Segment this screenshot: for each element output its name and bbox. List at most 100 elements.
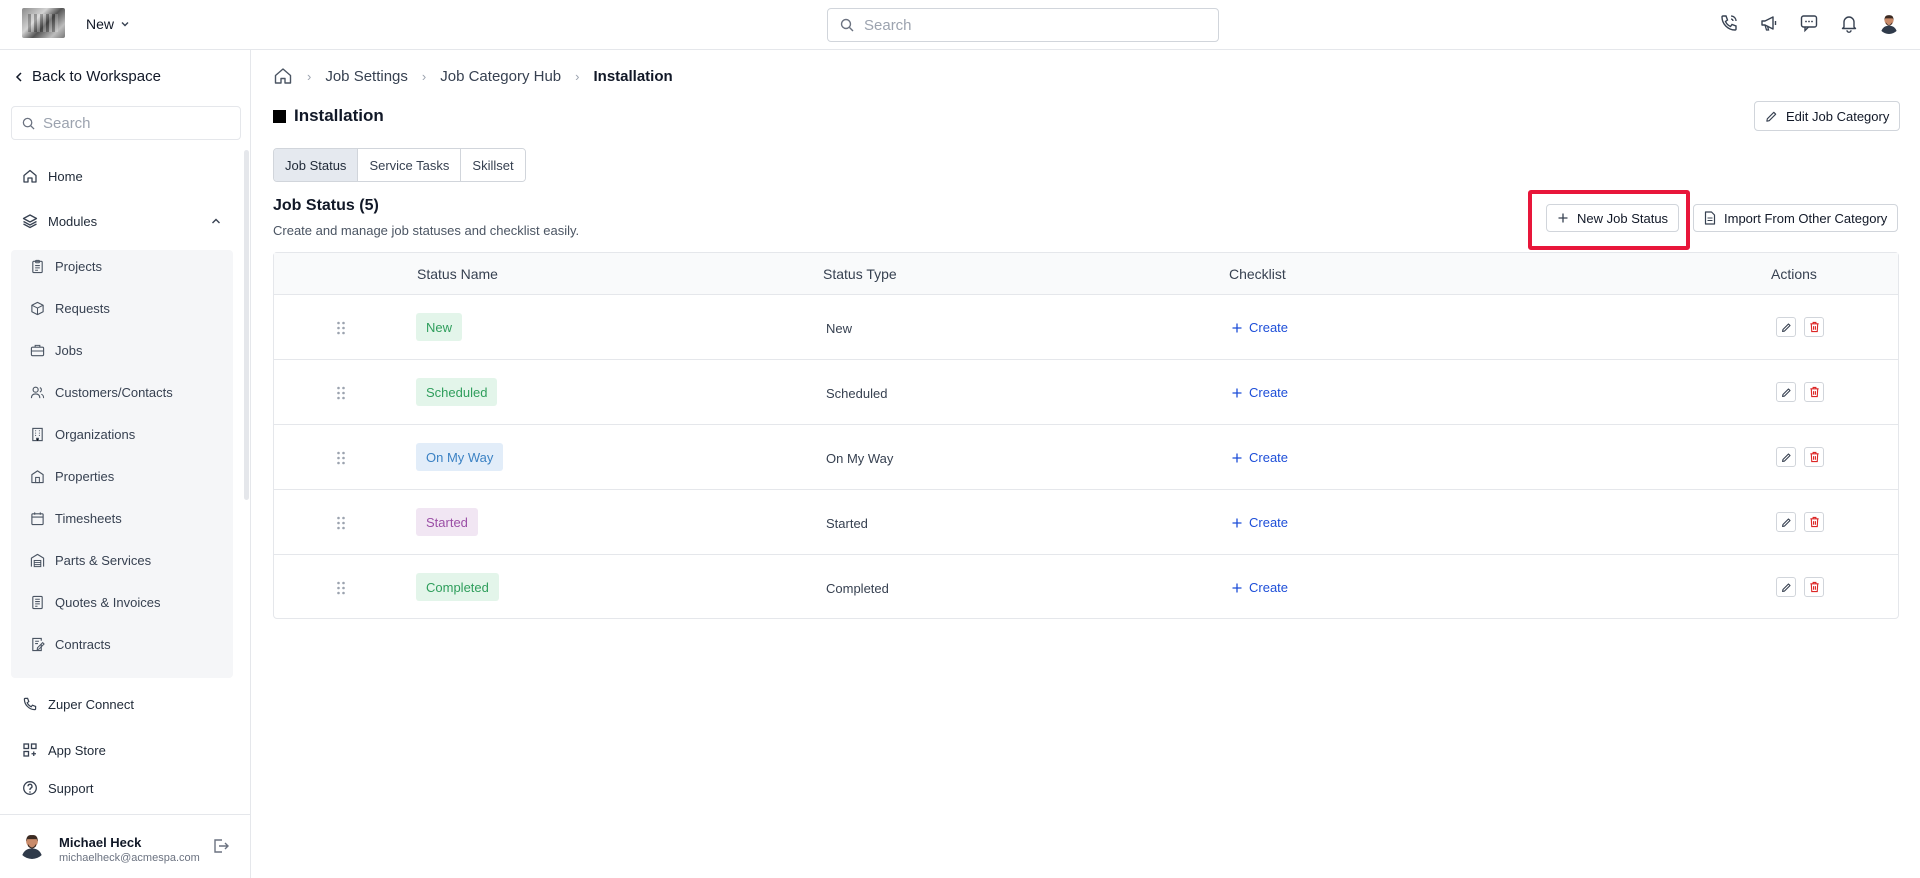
breadcrumb-job-category-hub[interactable]: Job Category Hub [440, 68, 561, 85]
pencil-icon [1781, 452, 1792, 463]
sidebar-item-label: Organizations [55, 427, 136, 442]
create-checklist-link[interactable]: Create [1231, 450, 1288, 465]
chevron-up-icon[interactable] [210, 215, 222, 227]
table-header: Status Name Status Type Checklist Action… [274, 253, 1898, 295]
logout-icon[interactable] [212, 837, 230, 858]
plus-icon [1231, 387, 1243, 399]
avatar[interactable] [18, 831, 46, 859]
house-icon [31, 470, 44, 484]
edit-status-button[interactable] [1776, 577, 1796, 597]
create-checklist-link[interactable]: Create [1231, 515, 1288, 530]
tab-service-tasks[interactable]: Service Tasks [358, 149, 462, 181]
document-icon [1704, 211, 1716, 225]
bell-icon[interactable] [1838, 12, 1860, 34]
sidebar-item-label: Zuper Connect [48, 696, 134, 712]
create-label: Create [1249, 450, 1289, 465]
sidebar-item-requests[interactable]: Requests [30, 301, 110, 316]
breadcrumb-current: Installation [593, 67, 673, 85]
sidebar-item-jobs[interactable]: Jobs [30, 343, 82, 358]
edit-status-button[interactable] [1776, 382, 1796, 402]
user-profile: Michael Heck michaelheck@acmespa.com [0, 814, 251, 878]
calendar-icon [31, 512, 44, 526]
company-logo[interactable] [22, 8, 65, 38]
sidebar-item-modules[interactable]: Modules [22, 213, 222, 229]
sidebar-item-label: Parts & Services [55, 553, 152, 568]
delete-status-button[interactable] [1804, 382, 1824, 402]
top-bar: New [0, 0, 1920, 50]
delete-status-button[interactable] [1804, 512, 1824, 532]
back-label: Back to Workspace [32, 68, 161, 85]
sidebar-item-timesheets[interactable]: Timesheets [30, 511, 122, 526]
edit-status-button[interactable] [1776, 317, 1796, 337]
sidebar-item-label: App Store [48, 742, 106, 758]
user-name: Michael Heck [59, 835, 142, 850]
drag-handle-icon[interactable] [336, 580, 346, 596]
back-to-workspace-link[interactable]: Back to Workspace [14, 68, 161, 85]
sidebar-item-organizations[interactable]: Organizations [30, 427, 135, 442]
edit-job-category-button[interactable]: Edit Job Category [1754, 101, 1901, 131]
delete-status-button[interactable] [1804, 317, 1824, 337]
create-checklist-link[interactable]: Create [1231, 320, 1288, 335]
sidebar-item-label: Support [48, 780, 94, 796]
sidebar-item-support[interactable]: Support [22, 780, 94, 796]
user-avatar-icon[interactable] [1878, 12, 1900, 34]
table-row: Started Started Create [274, 490, 1898, 555]
sidebar-item-projects[interactable]: Projects [30, 259, 102, 274]
invoice-icon [32, 595, 43, 610]
sidebar-item-zuper-connect[interactable]: Zuper Connect [22, 696, 134, 712]
section-description: Create and manage job statuses and check… [273, 223, 580, 238]
sidebar-item-quotes-invoices[interactable]: Quotes & Invoices [30, 595, 161, 610]
sidebar-item-label: Contracts [55, 637, 111, 652]
sidebar-item-properties[interactable]: Properties [30, 469, 114, 484]
plus-icon [1231, 322, 1243, 334]
sidebar-scrollbar[interactable] [244, 150, 249, 500]
table-row: New New Create [274, 295, 1898, 360]
chat-icon[interactable] [1798, 12, 1820, 34]
delete-status-button[interactable] [1804, 447, 1824, 467]
sidebar-item-label: Home [48, 168, 83, 184]
home-icon [23, 169, 37, 183]
drag-handle-icon[interactable] [336, 515, 346, 531]
tab-skillset[interactable]: Skillset [461, 149, 525, 181]
sidebar-item-parts-services[interactable]: Parts & Services [30, 553, 151, 568]
sidebar-item-label: Jobs [55, 343, 83, 358]
global-search-input[interactable] [864, 16, 1204, 34]
sidebar-item-home[interactable]: Home [22, 168, 83, 184]
import-from-other-category-button[interactable]: Import From Other Category [1693, 204, 1899, 232]
drag-handle-icon[interactable] [336, 320, 346, 336]
create-label: Create [1249, 580, 1289, 595]
building-icon [32, 427, 43, 442]
sidebar-search[interactable] [11, 106, 241, 140]
global-search[interactable] [827, 8, 1219, 42]
sidebar-item-customers-contacts[interactable]: Customers/Contacts [30, 385, 173, 400]
column-header-status-name: Status Name [417, 266, 498, 282]
breadcrumb-job-settings[interactable]: Job Settings [325, 68, 408, 85]
top-actions [1718, 12, 1900, 34]
phone-icon[interactable] [1718, 12, 1740, 34]
delete-status-button[interactable] [1804, 577, 1824, 597]
pencil-icon [1766, 111, 1777, 122]
create-checklist-link[interactable]: Create [1231, 580, 1288, 595]
drag-handle-icon[interactable] [336, 450, 346, 466]
status-badge: On My Way [416, 443, 504, 471]
trash-icon [1809, 451, 1820, 463]
sidebar-item-app-store[interactable]: App Store [22, 742, 106, 758]
create-checklist-link[interactable]: Create [1231, 385, 1288, 400]
layers-icon [22, 214, 38, 229]
tab-job-status[interactable]: Job Status [274, 149, 359, 181]
megaphone-icon[interactable] [1758, 12, 1780, 34]
briefcase-icon [30, 344, 45, 357]
sidebar-search-input[interactable] [43, 114, 233, 132]
drag-handle-icon[interactable] [336, 385, 346, 401]
column-header-status-type: Status Type [823, 266, 897, 282]
sidebar-item-contracts[interactable]: Contracts [30, 637, 111, 652]
status-type: Completed [826, 581, 889, 596]
edit-status-button[interactable] [1776, 512, 1796, 532]
create-label: Create [1249, 320, 1289, 335]
status-badge: Completed [416, 573, 499, 601]
phone-icon [23, 697, 37, 711]
home-icon[interactable] [273, 66, 293, 86]
workspace-switcher[interactable]: New [86, 16, 130, 32]
pencil-icon [1781, 582, 1792, 593]
edit-status-button[interactable] [1776, 447, 1796, 467]
